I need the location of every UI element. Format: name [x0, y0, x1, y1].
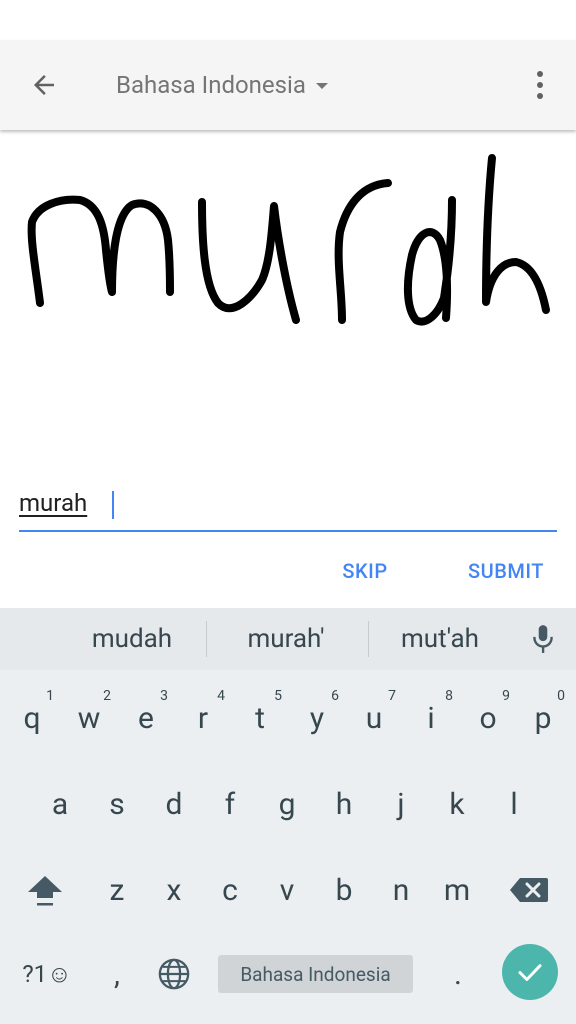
- key-hint: 8: [445, 688, 453, 704]
- checkmark-icon: [518, 964, 542, 981]
- suggestion-strip: mudah murah' mut'ah: [0, 608, 576, 670]
- submit-button[interactable]: SUBMIT: [456, 550, 556, 592]
- key-g[interactable]: g: [259, 766, 315, 842]
- key-hint: 0: [557, 688, 565, 704]
- key-label: w: [77, 700, 101, 736]
- key-j[interactable]: j: [373, 766, 429, 842]
- language-dropdown[interactable]: Bahasa Indonesia: [116, 65, 328, 105]
- handwriting-canvas[interactable]: [0, 130, 576, 470]
- more-vert-icon-dot: [537, 71, 543, 77]
- skip-button[interactable]: SKIP: [328, 550, 402, 592]
- key-hint: 5: [274, 688, 282, 704]
- app-bar: Bahasa Indonesia: [0, 40, 576, 130]
- key-m[interactable]: m: [429, 852, 485, 928]
- more-vert-icon-dot: [537, 82, 543, 88]
- key-v[interactable]: v: [259, 852, 315, 928]
- backspace-key[interactable]: [501, 852, 557, 928]
- key-label: t: [255, 700, 265, 736]
- key-p[interactable]: p0: [515, 680, 571, 756]
- suggestion-item[interactable]: mut'ah: [382, 608, 498, 670]
- key-hint: 4: [217, 688, 225, 704]
- key-label: e: [138, 700, 154, 736]
- key-label: i: [427, 700, 435, 736]
- recognized-text-value: murah: [19, 489, 88, 517]
- key-hint: 9: [502, 688, 510, 704]
- suggestion-item[interactable]: murah': [222, 608, 350, 670]
- key-label: u: [365, 700, 383, 736]
- key-r[interactable]: r4: [175, 680, 231, 756]
- key-d[interactable]: d: [146, 766, 202, 842]
- handwriting-strokes: [27, 154, 550, 326]
- key-hint: 2: [103, 688, 111, 704]
- key-h[interactable]: h: [316, 766, 372, 842]
- key-label: y: [309, 700, 325, 736]
- key-w[interactable]: w2: [61, 680, 117, 756]
- arrow-back-icon: [34, 75, 54, 95]
- soft-keyboard: mudah murah' mut'ah q1 w2 e3 r4 t5 y6 u7…: [0, 608, 576, 1024]
- key-i[interactable]: i8: [403, 680, 459, 756]
- key-q[interactable]: q1: [4, 680, 60, 756]
- key-x[interactable]: x: [146, 852, 202, 928]
- key-l[interactable]: l: [486, 766, 542, 842]
- key-label: r: [197, 700, 209, 736]
- space-bar[interactable]: Bahasa Indonesia: [218, 955, 413, 993]
- suggestion-item[interactable]: mudah: [70, 608, 194, 670]
- language-label: Bahasa Indonesia: [116, 71, 306, 99]
- language-switch-key[interactable]: [146, 936, 202, 1012]
- key-n[interactable]: n: [373, 852, 429, 928]
- key-hint: 7: [388, 688, 396, 704]
- key-f[interactable]: f: [202, 766, 258, 842]
- key-label: p: [534, 700, 552, 736]
- back-button[interactable]: [18, 62, 70, 108]
- key-hint: 6: [331, 688, 339, 704]
- dropdown-caret-icon: [315, 83, 328, 89]
- shift-key[interactable]: [17, 852, 73, 928]
- overflow-menu-button[interactable]: [520, 62, 560, 108]
- backspace-icon: [510, 878, 548, 902]
- symbols-key[interactable]: ?1☺: [12, 936, 82, 1012]
- globe-icon: [158, 958, 190, 990]
- key-c[interactable]: c: [202, 852, 258, 928]
- suggestion-divider: [206, 621, 207, 657]
- period-key[interactable]: .: [430, 936, 486, 1012]
- more-vert-icon-dot: [537, 93, 543, 99]
- text-cursor: [112, 491, 114, 519]
- enter-key[interactable]: [502, 944, 558, 1000]
- key-z[interactable]: z: [89, 852, 145, 928]
- key-u[interactable]: u7: [346, 680, 402, 756]
- key-e[interactable]: e3: [118, 680, 174, 756]
- status-bar-area: [0, 0, 576, 40]
- mic-icon: [533, 625, 553, 653]
- key-label: o: [479, 700, 497, 736]
- key-a[interactable]: a: [32, 766, 88, 842]
- key-t[interactable]: t5: [232, 680, 288, 756]
- key-hint: 3: [160, 688, 168, 704]
- recognized-text-field[interactable]: murah: [19, 482, 557, 532]
- key-y[interactable]: y6: [289, 680, 345, 756]
- suggestion-divider: [368, 621, 369, 657]
- key-o[interactable]: o9: [460, 680, 516, 756]
- key-s[interactable]: s: [89, 766, 145, 842]
- voice-input-button[interactable]: [520, 616, 566, 662]
- comma-key[interactable]: ,: [89, 936, 145, 1012]
- shift-arrow-icon: [28, 876, 62, 906]
- key-k[interactable]: k: [429, 766, 485, 842]
- key-hint: 1: [46, 688, 54, 704]
- key-label: q: [23, 700, 41, 736]
- key-b[interactable]: b: [316, 852, 372, 928]
